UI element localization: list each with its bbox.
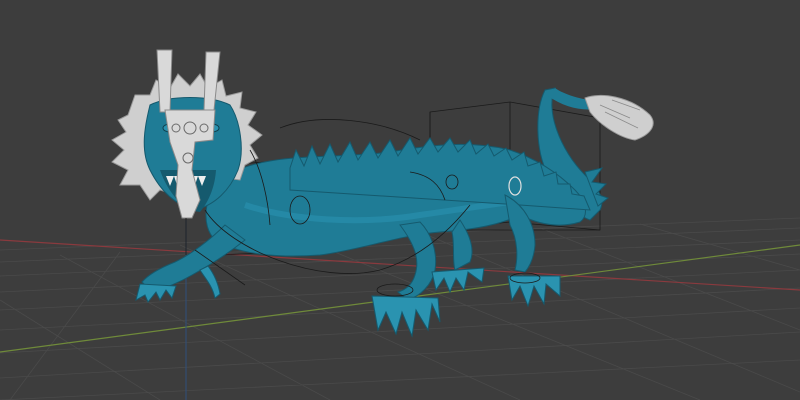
hind-right-claws xyxy=(507,275,561,308)
left-horn-bone xyxy=(156,49,173,113)
3d-viewport[interactable] xyxy=(0,0,800,400)
x-axis-line xyxy=(0,239,800,291)
viewport-canvas[interactable] xyxy=(0,0,800,400)
front-left-leg[interactable] xyxy=(135,224,246,303)
